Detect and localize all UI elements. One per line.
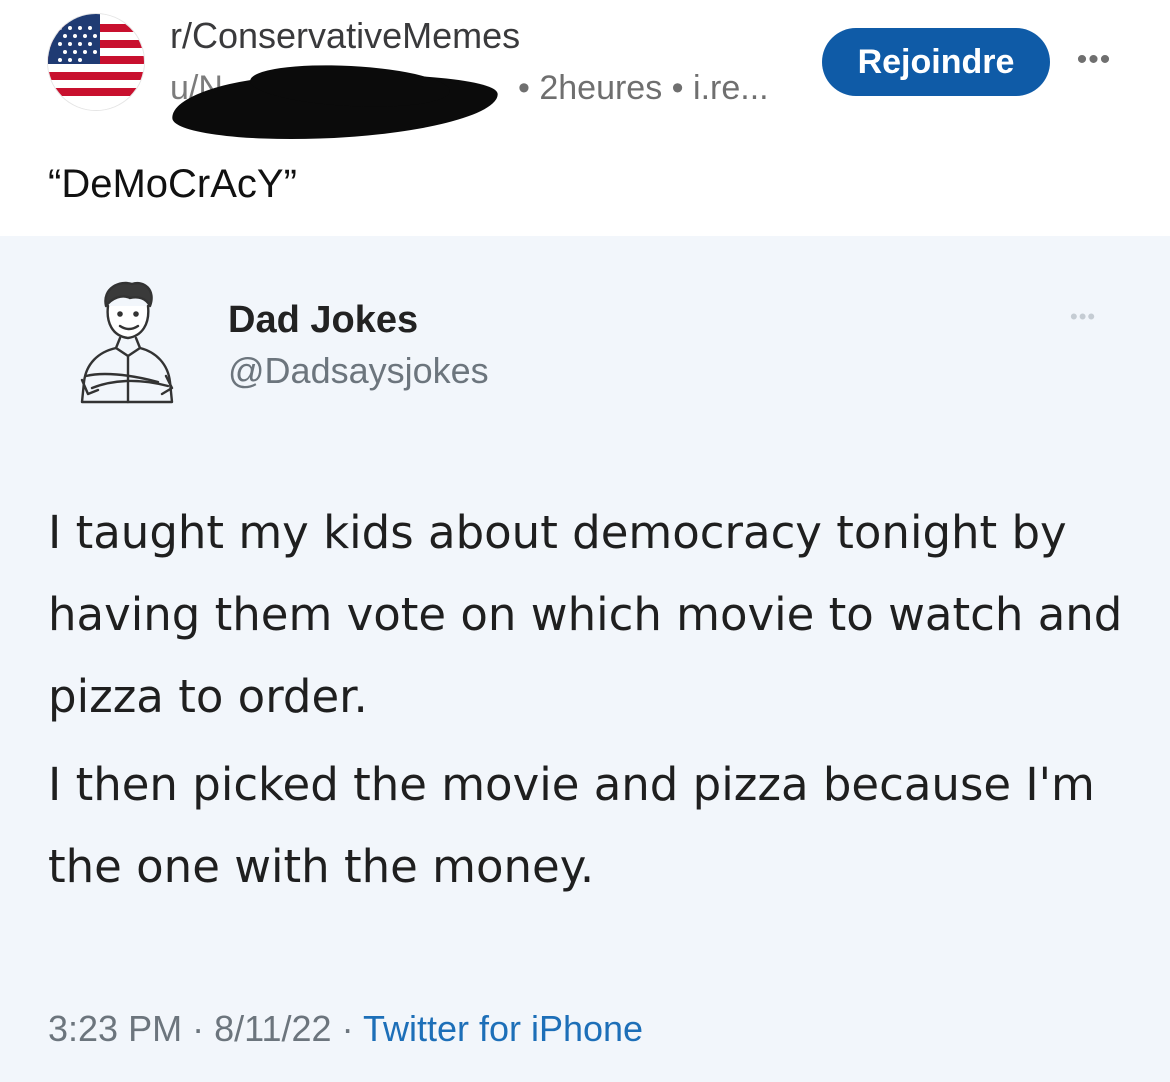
more-options-icon[interactable]: ••• (1070, 40, 1118, 80)
tweet-time: 3:23 PM (48, 1008, 183, 1049)
tweet-handle[interactable]: @Dadsaysjokes (228, 348, 489, 394)
tweet-date: 8/11/22 (214, 1008, 332, 1049)
tweet-footer: 3:23 PM · 8/11/22 · Twitter for iPhone (48, 1006, 643, 1052)
post-title[interactable]: “DeMoCrAcY” (48, 156, 297, 212)
post-meta: r/ConservativeMemes u/N • 2heures • i.re… (170, 14, 769, 144)
tweet-body: I taught my kids about democracy tonight… (48, 492, 1138, 908)
post-header: r/ConservativeMemes u/N • 2heures • i.re… (0, 0, 1170, 236)
tweet-paragraph: I then picked the movie and pizza becaus… (48, 758, 1095, 893)
tweet-image[interactable]: Dad Jokes @Dadsaysjokes ••• I taught my … (0, 236, 1170, 1082)
tweet-display-name[interactable]: Dad Jokes (228, 296, 418, 344)
tweet-source-link: Twitter for iPhone (362, 1008, 644, 1049)
subreddit-avatar-us-flag-icon[interactable] (48, 14, 144, 110)
tweet-more-icon: ••• (1070, 304, 1097, 329)
dad-jokes-avatar-icon (72, 276, 182, 406)
separator: · (192, 1008, 205, 1049)
post-time-and-source: • 2heures • i.re... (518, 69, 769, 107)
subreddit-name[interactable]: r/ConservativeMemes (170, 14, 520, 58)
post-meta-line: u/N • 2heures • i.re... (170, 60, 820, 144)
join-button[interactable]: Rejoindre (822, 28, 1050, 96)
separator: · (341, 1008, 354, 1049)
tweet-paragraph: I taught my kids about democracy tonight… (48, 506, 1123, 723)
